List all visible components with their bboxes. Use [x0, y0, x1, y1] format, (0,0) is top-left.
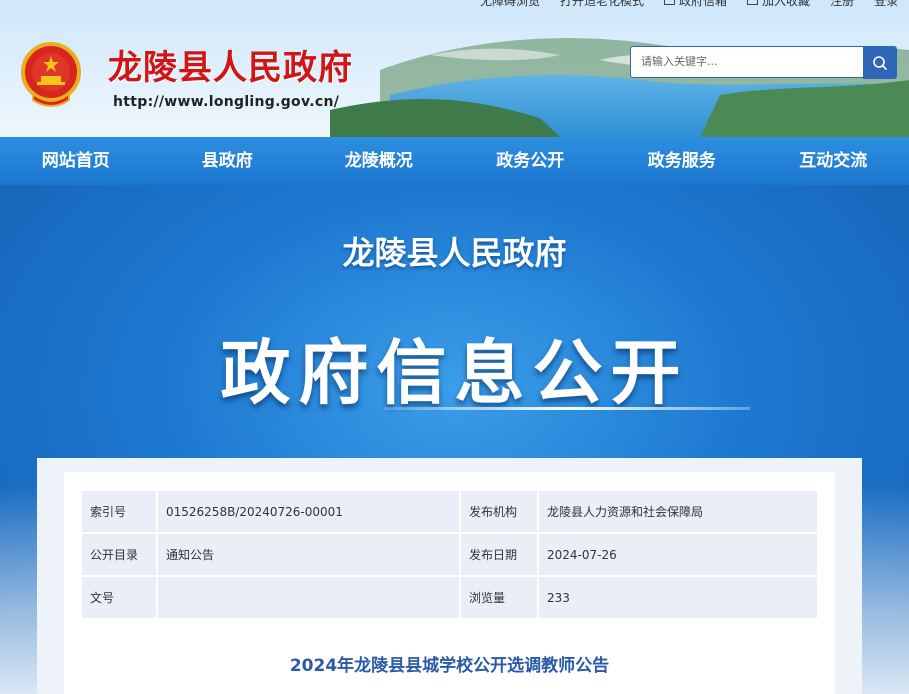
views-label: 浏览量 — [459, 575, 539, 620]
site-header: 无障碍浏览 打开适老化模式 政府信箱 加入收藏 注册 登录 龙陵县人民政府 ht… — [0, 0, 909, 137]
nav-government-services[interactable]: 政务服务 — [606, 137, 758, 185]
index-label: 索引号 — [80, 489, 158, 534]
toplink-favorite[interactable]: 加入收藏 — [747, 0, 810, 9]
nav-home[interactable]: 网站首页 — [0, 137, 152, 185]
national-emblem-icon — [21, 42, 81, 107]
toplink-accessibility[interactable]: 无障碍浏览 — [480, 0, 540, 9]
catalog-value: 通知公告 — [156, 532, 461, 577]
index-value: 01526258B/20240726-00001 — [156, 489, 461, 534]
document-title: 2024年龙陵县县城学校公开选调教师公告 — [289, 656, 610, 676]
banner-subtitle: 龙陵县人民政府 — [342, 234, 567, 272]
date-value: 2024-07-26 — [537, 532, 819, 577]
star-icon — [747, 0, 759, 5]
nav-overview[interactable]: 龙陵概况 — [303, 137, 455, 185]
top-utility-links: 无障碍浏览 打开适老化模式 政府信箱 加入收藏 注册 登录 — [480, 0, 900, 9]
table-row: 索引号 01526258B/20240726-00001 发布机构 龙陵县人力资… — [80, 489, 819, 534]
nav-government-affairs[interactable]: 政务公开 — [455, 137, 607, 185]
date-label: 发布日期 — [459, 532, 539, 577]
docno-label: 文号 — [80, 575, 158, 620]
nav-county-government[interactable]: 县政府 — [152, 137, 304, 185]
mail-icon — [664, 0, 676, 5]
document-meta-table: 索引号 01526258B/20240726-00001 发布机构 龙陵县人力资… — [80, 489, 819, 620]
search-input[interactable]: 请输入关键字... — [630, 46, 864, 78]
toplink-login[interactable]: 登录 — [874, 0, 898, 9]
banner-divider — [384, 407, 750, 410]
publisher-value: 龙陵县人力资源和社会保障局 — [537, 489, 819, 534]
banner-title: 政府信息公开 — [220, 332, 689, 414]
nav-interaction[interactable]: 互动交流 — [758, 137, 909, 185]
views-value: 233 — [537, 575, 819, 620]
publisher-label: 发布机构 — [459, 489, 539, 534]
docno-value — [156, 575, 461, 620]
search-icon — [873, 55, 888, 70]
toplink-mailbox[interactable]: 政府信箱 — [664, 0, 727, 9]
toplink-elderly-mode[interactable]: 打开适老化模式 — [560, 0, 644, 9]
toplink-register[interactable]: 注册 — [830, 0, 854, 9]
site-url: http://www.longling.gov.cn/ — [113, 94, 340, 110]
table-row: 公开目录 通知公告 发布日期 2024-07-26 — [80, 532, 819, 577]
main-nav: 网站首页 县政府 龙陵概况 政务公开 政务服务 互动交流 — [0, 137, 909, 185]
catalog-label: 公开目录 — [80, 532, 158, 577]
table-row: 文号 浏览量 233 — [80, 575, 819, 620]
search-button[interactable] — [863, 46, 897, 79]
site-title[interactable]: 龙陵县人民政府 — [108, 40, 353, 89]
